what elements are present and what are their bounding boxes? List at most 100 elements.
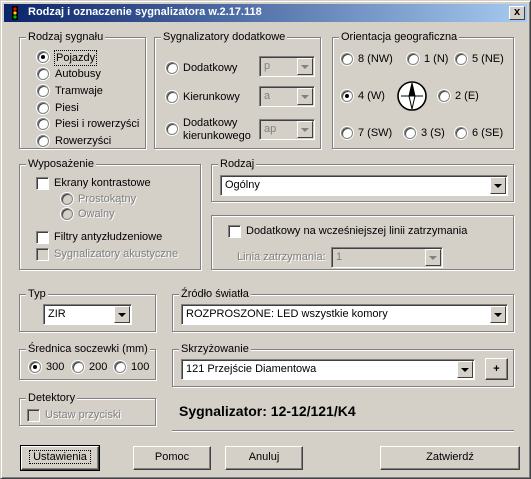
radio-label-tramwaje: Tramwaje [55, 85, 103, 97]
checkbox-label-dodatkowy-linia: Dodatkowy na wcześniejszej linii zatrzym… [246, 225, 468, 237]
checkbox-label-ekrany: Ekrany kontrastowe [54, 177, 151, 189]
checkbox-akustyczne[interactable] [36, 248, 49, 261]
checkbox-label-akustyczne: Sygnalizatory akustyczne [54, 248, 179, 260]
dodatkowy-select[interactable]: p [259, 56, 315, 77]
chevron-down-icon[interactable] [490, 177, 506, 194]
window-title: Rodzaj i oznaczenie sygnalizatora w.2.17… [28, 6, 262, 18]
radio-label-orient-n: 1 (N) [424, 53, 449, 65]
radio-srednica-100[interactable] [114, 361, 126, 373]
zrodlo-select[interactable]: ROZPROSZONE: LED wszystkie komory [181, 304, 508, 325]
radio-orient-n[interactable] [407, 53, 419, 65]
radio-label-srednica-200: 200 [89, 361, 108, 373]
radio-label-dodatkowy-kierunkowy-line2: kierunkowego [183, 130, 251, 142]
zrodlo-select-value: ROZPROSZONE: LED wszystkie komory [186, 308, 388, 320]
radio-label-orient-sw: 7 (SW) [358, 127, 393, 139]
radio-label-orient-e: 2 (E) [455, 90, 479, 102]
kierunkowy-select[interactable]: a [259, 86, 315, 107]
radio-label-piesi: Piesi [55, 102, 79, 114]
dodatkowy-kierunkowy-select[interactable]: ap [259, 119, 315, 140]
radio-label-prostokatny: Prostokątny [78, 193, 137, 205]
radio-piesi[interactable] [37, 102, 49, 114]
radio-label-orient-w: 4 (W) [358, 90, 385, 102]
radio-label-orient-se: 6 (SE) [472, 127, 504, 139]
pomoc-button[interactable]: Pomoc [133, 446, 211, 470]
chevron-down-icon[interactable] [297, 58, 313, 75]
checkbox-label-filtry: Filtry antyzłudzeniowe [54, 231, 163, 243]
radio-label-autobusy: Autobusy [55, 68, 101, 80]
radio-piesi-rowerzysci[interactable] [37, 118, 49, 130]
radio-srednica-300[interactable] [29, 361, 41, 373]
linia-zatrzymania-select[interactable]: 1 [331, 247, 443, 268]
radio-orient-ne[interactable] [455, 53, 467, 65]
checkbox-dodatkowy-linia[interactable] [228, 225, 241, 238]
radio-orient-s[interactable] [404, 127, 416, 139]
skrzyzowanie-select[interactable]: 121 Przejście Diamentowa [181, 359, 475, 380]
radio-label-srednica-300: 300 [46, 361, 65, 373]
radio-orient-nw[interactable] [341, 53, 353, 65]
group-legend: Skrzyżowanie [179, 342, 251, 356]
chevron-down-icon[interactable] [297, 88, 313, 105]
radio-label-pojazdy: Pojazdy [54, 50, 98, 66]
radio-dodatkowy[interactable] [166, 62, 178, 74]
group-legend: Sygnalizatory dodatkowe [161, 30, 288, 44]
zatwierdz-button[interactable]: Zatwierdź [380, 446, 520, 470]
group-legend: Detektory [26, 391, 78, 405]
skrzyzowanie-select-value: 121 Przejście Diamentowa [186, 363, 317, 375]
checkbox-ustaw-przyciski[interactable] [27, 409, 40, 422]
close-button[interactable]: x [509, 6, 525, 20]
radio-orient-sw[interactable] [341, 127, 353, 139]
title-bar[interactable]: Rodzaj i oznaczenie sygnalizatora w.2.17… [4, 4, 527, 22]
radio-label-dodatkowy: Dodatkowy [183, 62, 238, 74]
checkbox-filtry[interactable] [36, 231, 49, 244]
dialog-window: Rodzaj i oznaczenie sygnalizatora w.2.17… [0, 0, 531, 479]
typ-select[interactable]: ZIR [43, 304, 132, 325]
chevron-down-icon[interactable] [425, 249, 441, 266]
radio-label-orient-ne: 5 (NE) [472, 53, 504, 65]
radio-orient-se[interactable] [455, 127, 467, 139]
anuluj-button[interactable]: Anuluj [225, 446, 303, 470]
group-legend: Średnica soczewki (mm) [26, 342, 150, 356]
typ-select-value: ZIR [48, 308, 66, 320]
group-legend: Źródło światła [179, 287, 251, 301]
traffic-light-icon [12, 6, 18, 20]
separator-line [172, 430, 514, 432]
chevron-down-icon[interactable] [114, 306, 130, 323]
radio-label-orient-s: 3 (S) [421, 127, 445, 139]
radio-tramwaje[interactable] [37, 85, 49, 97]
radio-label-kierunkowy: Kierunkowy [183, 91, 240, 103]
checkbox-ekrany[interactable] [36, 177, 49, 190]
radio-autobusy[interactable] [37, 68, 49, 80]
group-legend: Typ [26, 287, 48, 301]
radio-label-dodatkowy-kierunkowy: Dodatkowy [183, 117, 238, 129]
rodzaj-select-value: Ogólny [225, 179, 260, 191]
rodzaj-select[interactable]: Ogólny [220, 175, 508, 196]
radio-dodatkowy-kierunkowy[interactable] [166, 123, 178, 135]
dodatkowy-select-value: p [264, 60, 271, 72]
kierunkowy-select-value: a [264, 90, 271, 102]
radio-kierunkowy[interactable] [166, 91, 178, 103]
radio-label-orient-nw: 8 (NW) [358, 53, 393, 65]
group-legend: Orientacja geograficzna [339, 30, 460, 44]
checkbox-label-ustaw-przyciski: Ustaw przyciski [45, 409, 121, 421]
add-skrzyzowanie-button[interactable]: + [485, 358, 508, 380]
radio-orient-e[interactable] [438, 90, 450, 102]
dodatkowy-kierunkowy-select-value: ap [264, 123, 277, 135]
radio-pojazdy[interactable] [37, 51, 49, 63]
radio-label-rowerzysci: Rowerzyści [55, 135, 112, 147]
group-legend: Wyposażenie [26, 157, 96, 171]
linia-zatrzymania-value: 1 [336, 251, 343, 263]
ustawienia-button[interactable]: Ustawienia [20, 445, 100, 471]
radio-srednica-200[interactable] [72, 361, 84, 373]
chevron-down-icon[interactable] [297, 121, 313, 138]
group-legend: Rodzaj [218, 157, 257, 171]
chevron-down-icon[interactable] [457, 361, 473, 378]
radio-orient-w[interactable] [341, 90, 353, 102]
group-legend: Rodzaj sygnału [26, 30, 106, 44]
radio-label-piesi-rowerzysci: Piesi i rowerzyści [55, 118, 140, 130]
radio-prostokatny[interactable] [61, 193, 73, 205]
radio-rowerzysci[interactable] [37, 135, 49, 147]
radio-owalny[interactable] [61, 208, 73, 220]
chevron-down-icon[interactable] [490, 306, 506, 323]
ustawienia-label: Ustawienia [29, 450, 91, 464]
sygnalizator-label: Sygnalizator: 12-12/121/K4 [179, 403, 356, 419]
